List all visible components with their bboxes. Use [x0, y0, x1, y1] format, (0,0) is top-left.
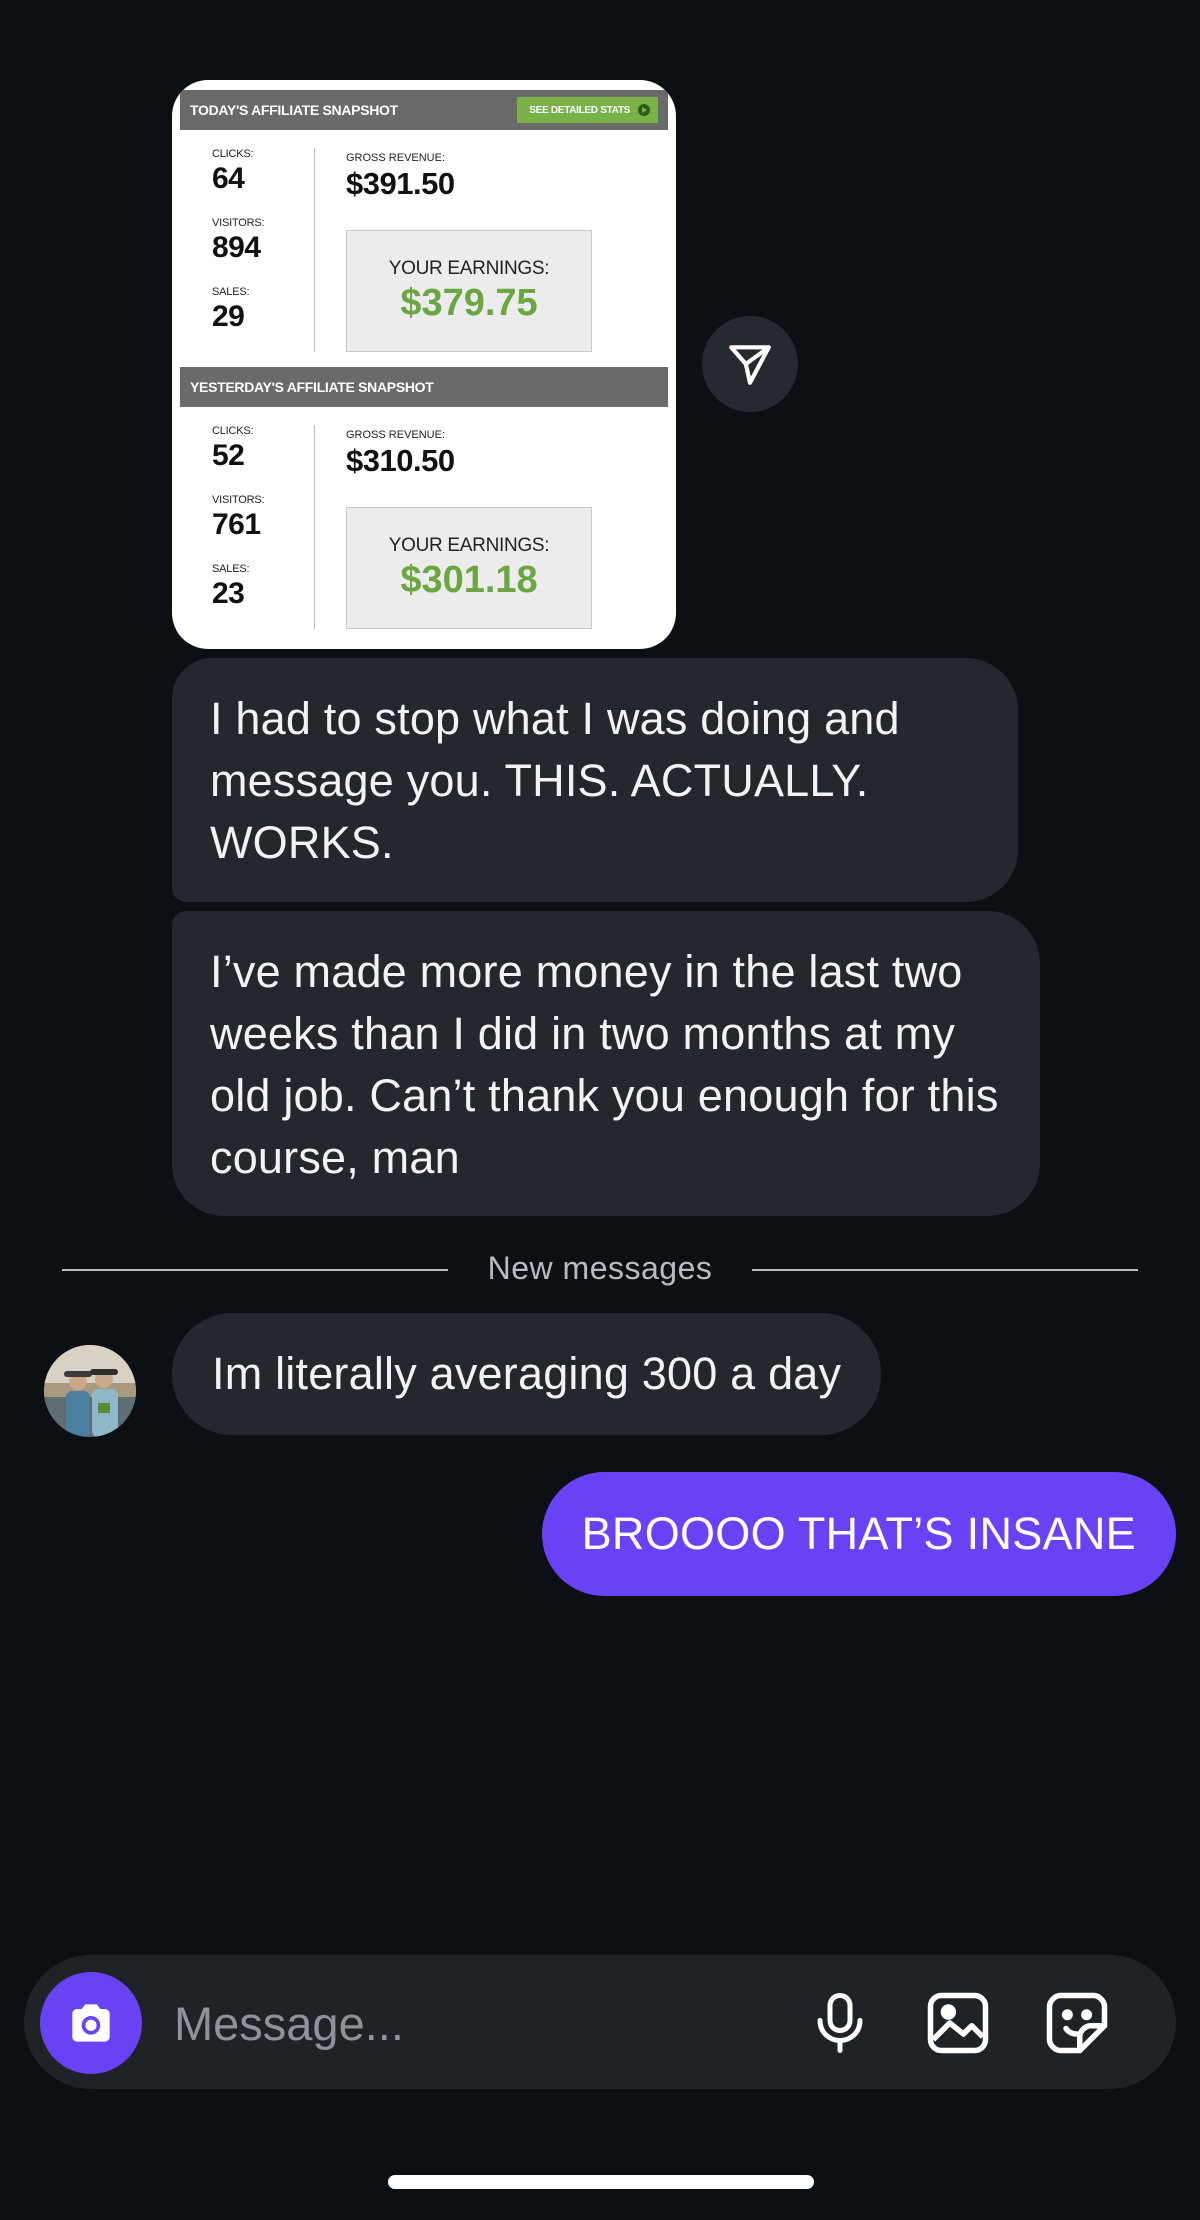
message-text: I’ve made more money in the last two wee… [210, 946, 999, 1183]
message-bubble-sent[interactable]: BROOOO THAT’S INSANE [541, 1472, 1176, 1596]
message-bubble-received[interactable]: I’ve made more money in the last two wee… [172, 911, 1040, 1216]
see-detailed-stats-label: SEE DETAILED STATS [529, 104, 630, 116]
metric-label: VISITORS: [212, 494, 265, 506]
avatar-photo [44, 1345, 136, 1437]
metric-label: VISITORS: [212, 217, 265, 229]
metric-label: CLICKS: [212, 148, 254, 160]
yesterday-earnings-box: YOUR EARNINGS: $301.18 [346, 507, 592, 629]
metric-label: GROSS REVENUE: [346, 429, 446, 441]
yesterday-clicks: CLICKS: 52 [212, 425, 254, 473]
metric-value: 52 [212, 439, 245, 472]
metric-value: 29 [212, 300, 245, 333]
today-sales: SALES: 29 [212, 286, 250, 334]
today-clicks: CLICKS: 64 [212, 148, 254, 196]
column-divider [314, 148, 315, 352]
metric-label: SALES: [212, 563, 250, 575]
metric-value: 894 [212, 231, 261, 264]
column-divider [314, 425, 315, 629]
metric-value: $310.50 [346, 443, 455, 478]
yesterday-snapshot-title: YESTERDAY'S AFFILIATE SNAPSHOT [190, 379, 434, 395]
metric-value: $391.50 [346, 166, 455, 201]
gallery-button[interactable] [922, 1987, 994, 2059]
today-visitors: VISITORS: 894 [212, 217, 265, 265]
avatar[interactable] [44, 1345, 136, 1437]
earnings-label: YOUR EARNINGS: [388, 535, 550, 556]
earnings-value: $301.18 [400, 559, 538, 601]
home-indicator[interactable] [388, 2175, 814, 2189]
camera-button[interactable] [40, 1972, 142, 2074]
camera-icon [72, 2004, 110, 2042]
sticker-button[interactable] [1041, 1987, 1113, 2059]
metric-label: CLICKS: [212, 425, 254, 437]
paper-plane-icon [729, 345, 771, 385]
today-snapshot-body: CLICKS: 64 VISITORS: 894 SALES: 29 GROSS… [180, 130, 668, 362]
metric-value: 761 [212, 508, 261, 541]
sticker-icon [1046, 1992, 1108, 2054]
message-bubble-received[interactable]: Im literally averaging 300 a day [172, 1313, 882, 1435]
metric-label: GROSS REVENUE: [346, 152, 446, 164]
microphone-button[interactable] [804, 1987, 876, 2059]
play-icon [638, 104, 650, 116]
message-composer [24, 1955, 1176, 2089]
see-detailed-stats-button: SEE DETAILED STATS [517, 97, 658, 123]
today-snapshot-title: TODAY'S AFFILIATE SNAPSHOT [190, 102, 398, 118]
yesterday-snapshot-body: CLICKS: 52 VISITORS: 761 SALES: 23 GROSS… [180, 407, 668, 639]
divider-line [752, 1269, 1138, 1271]
today-earnings-box: YOUR EARNINGS: $379.75 [346, 230, 592, 352]
earnings-label: YOUR EARNINGS: [388, 258, 550, 279]
message-text: I had to stop what I was doing and messa… [210, 693, 900, 868]
today-gross-revenue: GROSS REVENUE: $391.50 [346, 152, 455, 202]
yesterday-snapshot-header: YESTERDAY'S AFFILIATE SNAPSHOT [180, 367, 668, 407]
message-text: Im literally averaging 300 a day [212, 1348, 842, 1399]
yesterday-gross-revenue: GROSS REVENUE: $310.50 [346, 429, 455, 479]
metric-label: SALES: [212, 286, 250, 298]
new-messages-divider: New messages [62, 1248, 1138, 1292]
message-input[interactable] [172, 1985, 776, 2061]
yesterday-sales: SALES: 23 [212, 563, 250, 611]
yesterday-visitors: VISITORS: 761 [212, 494, 265, 542]
microphone-icon [817, 1993, 863, 2053]
message-bubble-received[interactable]: I had to stop what I was doing and messa… [172, 658, 1018, 902]
metric-value: 64 [212, 162, 245, 195]
today-snapshot-header: TODAY'S AFFILIATE SNAPSHOT SEE DETAILED … [180, 90, 668, 130]
image-icon [927, 1992, 989, 2054]
metric-value: 23 [212, 577, 245, 610]
earnings-value: $379.75 [400, 282, 538, 324]
shared-image-affiliate-snapshot[interactable]: TODAY'S AFFILIATE SNAPSHOT SEE DETAILED … [172, 80, 676, 649]
share-button[interactable] [702, 316, 798, 412]
message-text: BROOOO THAT’S INSANE [581, 1508, 1136, 1559]
